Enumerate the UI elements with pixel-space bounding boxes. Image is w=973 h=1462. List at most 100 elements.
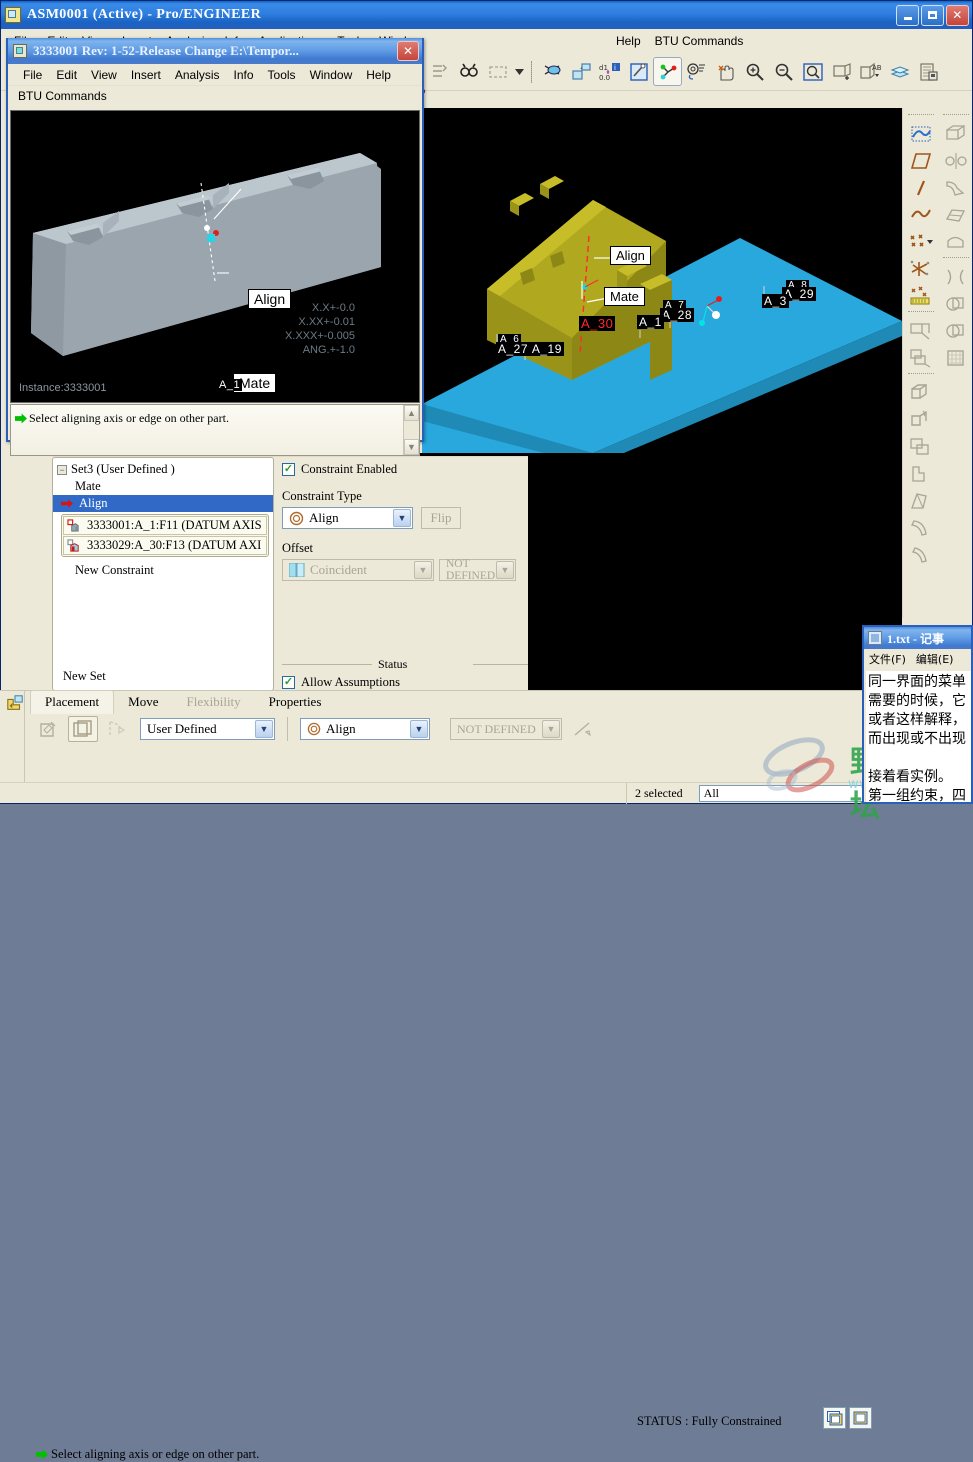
merge-icon[interactable] bbox=[942, 263, 970, 290]
constraint-type-dropdown-arrow[interactable]: ▼ bbox=[393, 509, 411, 527]
minimize-button[interactable] bbox=[896, 4, 919, 26]
child-menu-view[interactable]: View bbox=[84, 67, 124, 83]
constraint-combo[interactable]: Align ▼ bbox=[300, 718, 430, 740]
refit-icon[interactable] bbox=[798, 57, 827, 86]
tab-placement[interactable]: Placement bbox=[30, 690, 115, 714]
set-type-dropdown-arrow[interactable]: ▼ bbox=[255, 720, 273, 738]
copy-placement-icon[interactable] bbox=[68, 716, 98, 742]
dimension-toggle-icon[interactable]: d1 0.0 i bbox=[595, 57, 624, 86]
datum-axis-icon[interactable] bbox=[907, 174, 935, 201]
notepad-menu-file[interactable]: 文件(F) bbox=[869, 651, 906, 667]
child-menu-analysis[interactable]: Analysis bbox=[168, 67, 227, 83]
selection-filter-value[interactable]: All bbox=[698, 784, 879, 802]
tree-row-align[interactable]: Align bbox=[53, 495, 273, 512]
main-3d-viewport[interactable]: Align Mate A_30 A_6 A_27 A_19 A_7 A_28 A… bbox=[422, 108, 902, 453]
extrude-icon[interactable] bbox=[907, 379, 935, 406]
constraint-combo-dropdown-arrow[interactable]: ▼ bbox=[410, 720, 428, 738]
tree-row-set[interactable]: − Set3 (User Defined ) bbox=[53, 461, 273, 478]
analysis-feature-icon[interactable] bbox=[907, 282, 935, 309]
zoom-out-icon[interactable] bbox=[769, 57, 798, 86]
set-type-combo[interactable]: User Defined ▼ bbox=[140, 718, 275, 740]
constraint-display-icon[interactable] bbox=[653, 57, 682, 86]
child-message-scrollbar[interactable]: ▲ ▼ bbox=[403, 405, 419, 455]
child-menu-window[interactable]: Window bbox=[303, 67, 360, 83]
view-manager-icon[interactable] bbox=[682, 57, 711, 86]
datum-curve-icon[interactable] bbox=[907, 201, 935, 228]
allow-assumptions-checkbox[interactable]: ✓ bbox=[282, 676, 295, 689]
collapse-icon[interactable]: − bbox=[57, 464, 67, 475]
blend-icon[interactable] bbox=[942, 201, 970, 228]
allow-assumptions-row[interactable]: ✓ Allow Assumptions bbox=[282, 675, 528, 690]
scroll-up-icon[interactable]: ▲ bbox=[404, 405, 419, 421]
datum-plane-icon[interactable] bbox=[907, 147, 935, 174]
offset-secondary-dropdown-arrow[interactable]: ▼ bbox=[496, 561, 514, 579]
find-icon[interactable] bbox=[454, 57, 483, 86]
constraint-type-combo[interactable]: Align ▼ bbox=[282, 507, 413, 529]
scroll-down-icon[interactable]: ▼ bbox=[404, 439, 419, 455]
tree-row-new-set[interactable]: New Set bbox=[53, 668, 106, 685]
constraint-set-tree[interactable]: − Set3 (User Defined ) Mate Align 333300… bbox=[52, 457, 274, 691]
menu-btu-commands[interactable]: BTU Commands bbox=[648, 32, 751, 50]
child-menu-info[interactable]: Info bbox=[227, 67, 261, 83]
coordinate-system-icon[interactable] bbox=[907, 255, 935, 282]
selection-filter[interactable]: All bbox=[698, 784, 879, 802]
datum-point-icon[interactable] bbox=[907, 228, 935, 255]
pattern-icon[interactable] bbox=[907, 433, 935, 460]
shell-icon[interactable] bbox=[942, 120, 970, 147]
notepad-text-area[interactable]: 同一界面的菜单 需要的时候，它 或者这样解释， 而出现或不出现 接着看实例。 第… bbox=[866, 671, 971, 802]
close-button[interactable]: ✕ bbox=[946, 4, 969, 26]
reference-row-1[interactable]: 3333001:A_1:F11 (DATUM AXIS bbox=[63, 516, 267, 535]
constraint-enabled-checkbox[interactable]: ✓ bbox=[282, 463, 295, 476]
offset-combo[interactable]: Coincident ▼ bbox=[282, 559, 434, 581]
assembly-window-button[interactable] bbox=[849, 1407, 872, 1429]
trim-icon[interactable] bbox=[942, 317, 970, 344]
child-menu-edit[interactable]: Edit bbox=[49, 67, 84, 83]
offset-secondary-combo[interactable]: NOT DEFINED ▼ bbox=[439, 558, 516, 582]
appearance-icon[interactable] bbox=[624, 57, 653, 86]
tree-row-mate[interactable]: Mate bbox=[53, 478, 273, 495]
draft-icon[interactable] bbox=[907, 487, 935, 514]
regenerate-icon[interactable] bbox=[425, 57, 454, 86]
chamfer-icon[interactable] bbox=[907, 541, 935, 568]
mesh-surface-icon[interactable] bbox=[942, 344, 970, 371]
round-icon[interactable] bbox=[907, 514, 935, 541]
offset-combo-dashboard[interactable]: NOT DEFINED ▼ bbox=[450, 718, 562, 740]
offset-plane-icon[interactable] bbox=[907, 317, 935, 344]
child-close-button[interactable]: ✕ bbox=[397, 41, 419, 61]
tab-flexibility[interactable]: Flexibility bbox=[173, 691, 255, 714]
revolve-icon[interactable] bbox=[907, 406, 935, 433]
reference-row-2[interactable]: 3333029:A_30:F13 (DATUM AXI bbox=[63, 536, 267, 555]
chevron-down-icon[interactable] bbox=[512, 57, 526, 86]
pan-hand-icon[interactable] bbox=[711, 57, 740, 86]
rib-icon[interactable] bbox=[907, 460, 935, 487]
reorient-icon[interactable] bbox=[566, 57, 595, 86]
selection-box-icon[interactable] bbox=[483, 57, 512, 86]
child-menu-file[interactable]: File bbox=[16, 67, 49, 83]
mirror-feature-icon[interactable] bbox=[942, 147, 970, 174]
model-tree-save-icon[interactable] bbox=[914, 57, 943, 86]
spin-center-icon[interactable] bbox=[537, 57, 566, 86]
layers-icon[interactable] bbox=[885, 57, 914, 86]
offset-dropdown-arrow[interactable]: ▼ bbox=[414, 561, 432, 579]
child-menu-insert[interactable]: Insert bbox=[124, 67, 168, 83]
child-menu-help[interactable]: Help bbox=[359, 67, 398, 83]
menu-help[interactable]: Help bbox=[609, 32, 648, 50]
annotation-display-icon[interactable]: AB bbox=[856, 57, 885, 86]
tab-move[interactable]: Move bbox=[114, 691, 172, 714]
child-menu-tools[interactable]: Tools bbox=[261, 67, 303, 83]
tab-properties[interactable]: Properties bbox=[255, 691, 336, 714]
move-datum-icon[interactable] bbox=[102, 716, 132, 742]
dome-icon[interactable] bbox=[942, 228, 970, 255]
zoom-in-icon[interactable] bbox=[740, 57, 769, 86]
define-constraint-icon[interactable] bbox=[34, 716, 64, 742]
child-btu-commands[interactable]: BTU Commands bbox=[8, 86, 422, 106]
tree-row-new-constraint[interactable]: New Constraint bbox=[53, 562, 273, 579]
maximize-button[interactable] bbox=[921, 4, 944, 26]
flip-button[interactable]: Flip bbox=[421, 507, 461, 529]
separate-window-button[interactable] bbox=[823, 1407, 846, 1429]
offset-combo-dropdown-arrow[interactable]: ▼ bbox=[542, 720, 560, 738]
child-3d-viewport[interactable]: Align Mate A_1 X.X+-0.0 X.XX+-0.01 X.XXX… bbox=[10, 110, 420, 403]
notepad-menu-edit[interactable]: 编辑(E) bbox=[916, 651, 954, 667]
sweep-icon[interactable] bbox=[942, 174, 970, 201]
intersect-icon[interactable] bbox=[942, 290, 970, 317]
